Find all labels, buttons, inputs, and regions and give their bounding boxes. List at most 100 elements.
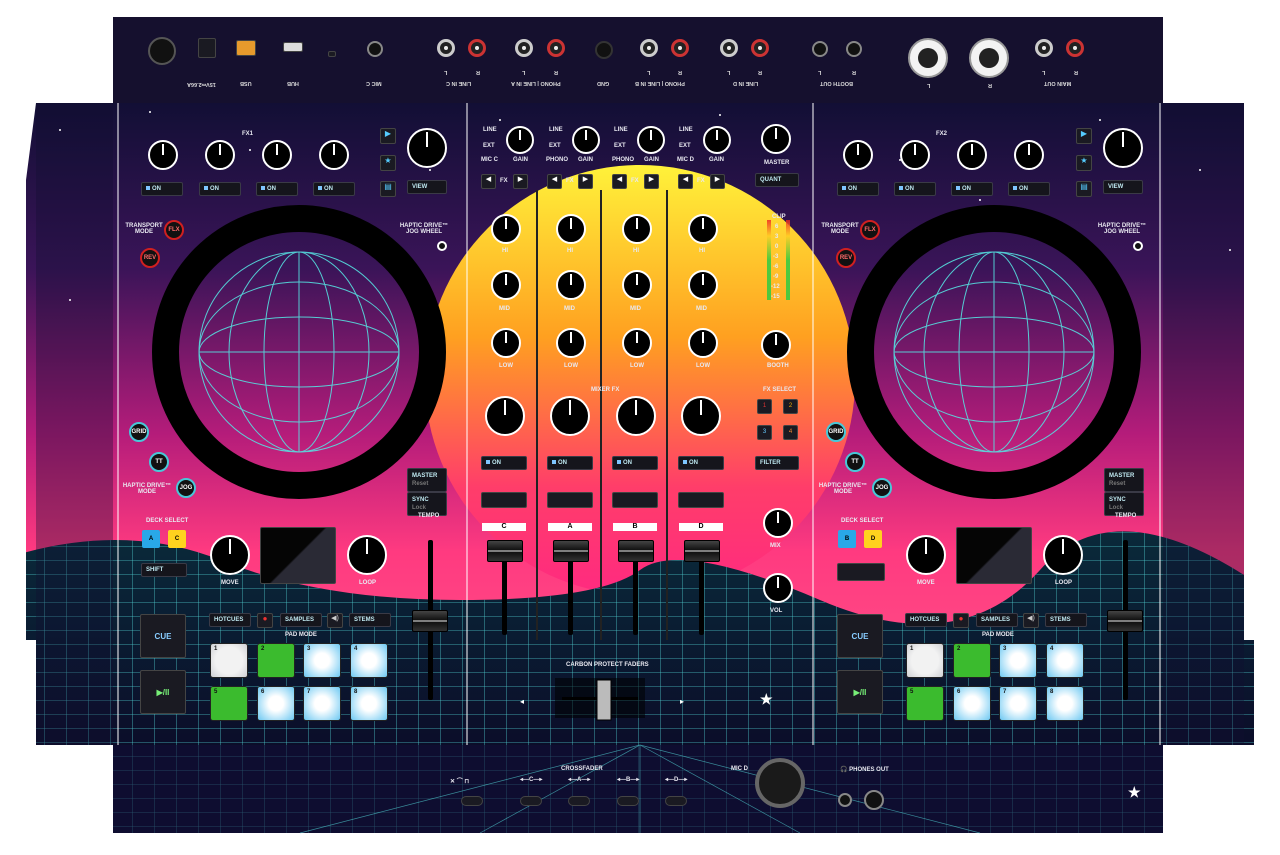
tempo-fader[interactable] [412,610,448,632]
pad-8[interactable]: 8 [350,686,388,721]
stems-button[interactable]: STEMS [349,613,391,627]
fx2-on-2[interactable]: ON [894,182,936,196]
pad-6[interactable]: 6 [257,686,295,721]
fx-prev-b[interactable]: ◀ [612,174,627,189]
pad-6[interactable]: 6 [953,686,991,721]
pad-2[interactable]: 2 [257,643,295,678]
ground-terminal[interactable] [595,41,613,59]
crossfader-assign-c[interactable] [520,796,542,806]
grid-button[interactable]: GRID [129,422,149,442]
pad-4[interactable]: 4 [350,643,388,678]
phono-line-b-l[interactable] [640,39,658,57]
pad-1[interactable]: 1 [210,643,248,678]
jog-wheel-left[interactable] [152,205,446,499]
mic-d-combo-jack[interactable] [755,758,805,808]
eq-hi-d[interactable] [688,214,718,244]
eq-low-c[interactable] [491,328,521,358]
eq-mid-d[interactable] [688,270,718,300]
fx2-on-4[interactable]: ON [1008,182,1050,196]
fx2-knob-4[interactable] [1014,140,1044,170]
line-in-d-r[interactable] [751,39,769,57]
usb-port[interactable] [236,40,256,56]
fx2-on-1[interactable]: ON [837,182,879,196]
mixer-fx-on-a[interactable]: ON [547,456,593,470]
master-button[interactable]: MASTER Reset [1104,468,1144,492]
rev-button[interactable]: REV [140,248,160,268]
fx1-on-2[interactable]: ON [199,182,241,196]
main-out-rca-r[interactable] [1066,39,1084,57]
mixer-fx-knob-b[interactable] [616,396,656,436]
eq-mid-c[interactable] [491,270,521,300]
fx-select-3[interactable]: 3 [757,425,772,440]
fx-select-2[interactable]: 2 [783,399,798,414]
main-out-xlr-l[interactable] [908,38,948,78]
play-pause-button[interactable]: ▶/II [140,670,186,714]
loop-encoder[interactable] [1043,535,1083,575]
channel-fader-d[interactable] [684,540,720,562]
eq-hi-b[interactable] [622,214,652,244]
samples-button[interactable]: SAMPLES [280,613,322,627]
line-in-c-l[interactable] [437,39,455,57]
mic-mix-knob[interactable] [763,508,793,538]
fx1-on-4[interactable]: ON [313,182,355,196]
move-encoder[interactable] [906,535,946,575]
channel-fader-c[interactable] [487,540,523,562]
deck-b-button[interactable]: B [838,530,856,548]
cue-button-d[interactable] [678,492,724,508]
fx1-knob-1[interactable] [148,140,178,170]
line-in-d-l[interactable] [720,39,738,57]
eq-hi-a[interactable] [556,214,586,244]
right-shift-button[interactable] [837,563,885,581]
crossfader-assign-b[interactable] [617,796,639,806]
fx-prev-c[interactable]: ◀ [481,174,496,189]
favorite-button[interactable]: ★ [380,155,396,171]
eq-mid-b[interactable] [622,270,652,300]
favorite-button[interactable]: ★ [1076,155,1092,171]
crossfader-assign-d[interactable] [665,796,687,806]
deck-a-button[interactable]: A [142,530,160,548]
booth-knob[interactable] [761,330,791,360]
stems-button[interactable]: STEMS [1045,613,1087,627]
fx1-knob-3[interactable] [262,140,292,170]
pad-7[interactable]: 7 [999,686,1037,721]
hotcues-button[interactable]: HOTCUES [905,613,947,627]
pad-8[interactable]: 8 [1046,686,1084,721]
eq-low-a[interactable] [556,328,586,358]
fx2-knob-1[interactable] [843,140,873,170]
rev-button[interactable]: REV [836,248,856,268]
fx-prev-a[interactable]: ◀ [547,174,562,189]
main-out-xlr-r[interactable] [969,38,1009,78]
browse-play-button[interactable]: ▶ [380,128,396,144]
view-list-button[interactable]: ▤ [1076,181,1092,197]
mute-button[interactable]: ◀) [1023,613,1039,628]
cue-button-a[interactable] [547,492,593,508]
eq-hi-c[interactable] [491,214,521,244]
gain-knob-d[interactable] [703,126,731,154]
fx2-knob-2[interactable] [900,140,930,170]
phones-mini-jack[interactable] [838,793,852,807]
deck-c-button[interactable]: C [168,530,186,548]
gain-knob-b[interactable] [637,126,665,154]
browse-play-button[interactable]: ▶ [1076,128,1092,144]
power-switch[interactable] [148,37,176,65]
pad-7[interactable]: 7 [303,686,341,721]
hub-port[interactable] [283,42,303,52]
mic-c-jack[interactable] [367,41,383,57]
deck-d-button[interactable]: D [864,530,882,548]
play-pause-button[interactable]: ▶/II [837,670,883,714]
line-in-c-r[interactable] [468,39,486,57]
tt-button[interactable]: TT [149,452,169,472]
fx-next-a[interactable]: ▶ [578,174,593,189]
cue-button[interactable]: CUE [837,614,883,658]
fx2-on-3[interactable]: ON [951,182,993,196]
pad-3[interactable]: 3 [999,643,1037,678]
pad-2[interactable]: 2 [953,643,991,678]
eq-low-d[interactable] [688,328,718,358]
phono-line-a-l[interactable] [515,39,533,57]
quant-button[interactable]: QUANT [755,173,799,187]
fx1-knob-2[interactable] [205,140,235,170]
gain-knob-c[interactable] [506,126,534,154]
pad-5[interactable]: 5 [906,686,944,721]
fx-prev-d[interactable]: ◀ [678,174,693,189]
fx1-on-3[interactable]: ON [256,182,298,196]
